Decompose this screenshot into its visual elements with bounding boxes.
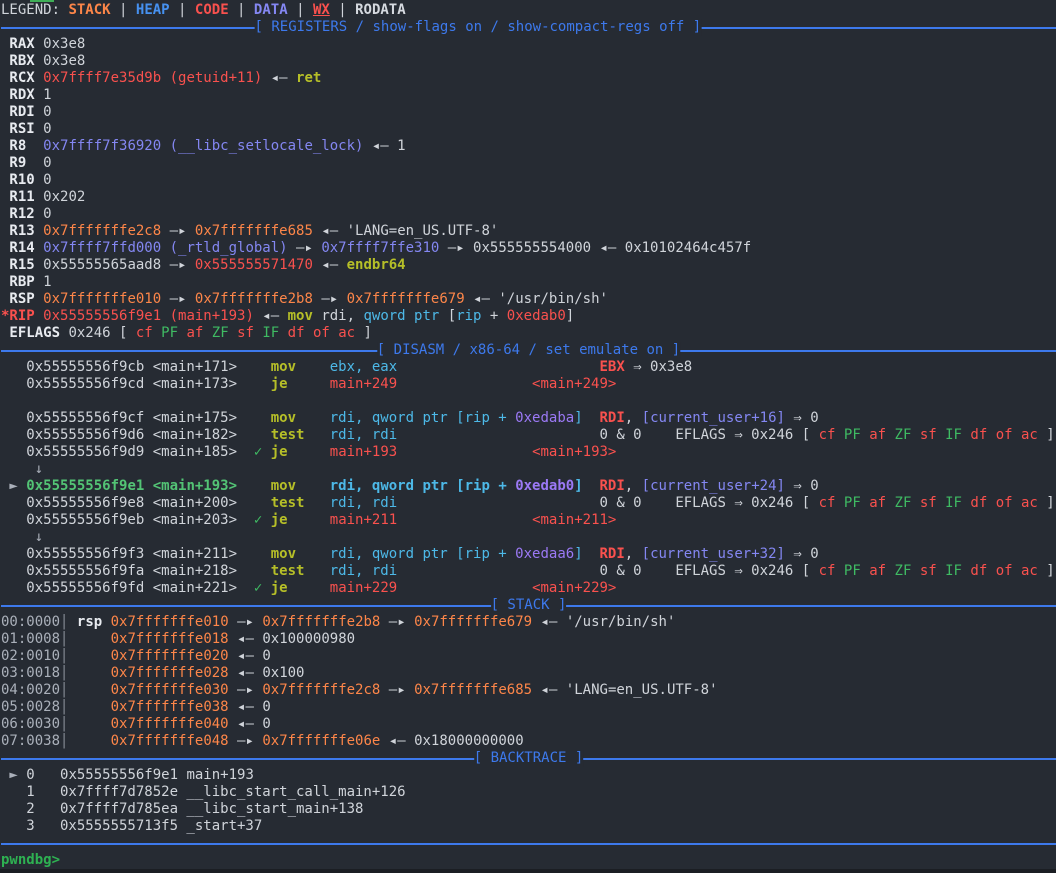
terminal-line: R10 0 — [1, 172, 1056, 189]
terminal-line: ↓ — [1, 529, 1056, 546]
terminal-line: RAX 0x3e8 — [1, 36, 1056, 53]
terminal-line: R12 0 — [1, 206, 1056, 223]
terminal-line: RCX 0x7ffff7e35d9b (getuid+11) ◂— ret — [1, 70, 1056, 87]
terminal-line: R15 0x55555565aad8 —▸ 0x555555571470 ◂— … — [1, 257, 1056, 274]
terminal-line: EFLAGS 0x246 [ cf PF af ZF sf IF df of a… — [1, 325, 1056, 342]
terminal-line: 0x55555556f9d6 <main+182> test rdi, rdi … — [1, 427, 1056, 444]
terminal-line: 0x55555556f9eb <main+203> ✓ je main+211 … — [1, 512, 1056, 529]
legend-line: LEGEND: STACK | HEAP | CODE | DATA | WX … — [1, 2, 1056, 19]
registers-pane: RAX 0x3e8 RBX 0x3e8 RCX 0x7ffff7e35d9b (… — [1, 36, 1056, 342]
terminal-line: 06:0030│ 0x7fffffffe040 ◂— 0 — [1, 716, 1056, 733]
terminal-line: 0x55555556f9fa <main+218> test rdi, rdi … — [1, 563, 1056, 580]
terminal-line: 0x55555556f9cd <main+173> je main+249 <m… — [1, 376, 1056, 393]
terminal-line: 02:0010│ 0x7fffffffe020 ◂— 0 — [1, 648, 1056, 665]
terminal-line: LEGEND: STACK | HEAP | CODE | DATA | WX … — [1, 2, 1056, 19]
backtrace-section-title: [ BACKTRACE ] — [474, 750, 584, 767]
prompt-label: pwndbg> — [1, 852, 60, 868]
terminal-line: RBP 1 — [1, 274, 1056, 291]
terminal-line: RSI 0 — [1, 121, 1056, 138]
disasm-section-header: [ DISASM / x86-64 / set emulate on ] — [1, 342, 1056, 359]
backtrace-pane: ► 0 0x55555556f9e1 main+193 1 0x7ffff7d7… — [1, 767, 1056, 835]
clipped-previous-output — [30, 0, 54, 2]
terminal-line: RDX 1 — [1, 87, 1056, 104]
terminal-line: 3 0x5555555713f5 _start+37 — [1, 818, 1056, 835]
terminal-line: R8 0x7ffff7f36920 (__libc_setlocale_lock… — [1, 138, 1056, 155]
separator-line — [1, 843, 1056, 845]
command-input[interactable] — [60, 852, 460, 869]
terminal-line: R9 0 — [1, 155, 1056, 172]
stack-section-header: [ STACK ] — [1, 597, 1056, 614]
terminal-line: R14 0x7ffff7ffd000 (_rtld_global) —▸ 0x7… — [1, 240, 1056, 257]
terminal-line: 07:0038│ 0x7fffffffe048 —▸ 0x7fffffffe06… — [1, 733, 1056, 750]
terminal-line: 03:0018│ 0x7fffffffe028 ◂— 0x100 — [1, 665, 1056, 682]
bottom-separator — [1, 835, 1056, 852]
disasm-pane: 0x55555556f9cb <main+171> mov ebx, eax E… — [1, 359, 1056, 597]
terminal-line: 0x55555556f9f3 <main+211> mov rdi, qword… — [1, 546, 1056, 563]
terminal-line: 01:0008│ 0x7fffffffe018 ◂— 0x100000980 — [1, 631, 1056, 648]
terminal-line: ↓ — [1, 461, 1056, 478]
terminal-line: 0x55555556f9d9 <main+185> ✓ je main+193 … — [1, 444, 1056, 461]
terminal-line: 0x55555556f9cb <main+171> mov ebx, eax E… — [1, 359, 1056, 376]
terminal-line: RBX 0x3e8 — [1, 53, 1056, 70]
terminal-line: RSP 0x7fffffffe010 —▸ 0x7fffffffe2b8 —▸ … — [1, 291, 1056, 308]
prompt-line: pwndbg> — [1, 852, 1056, 869]
terminal-line: R13 0x7fffffffe2c8 —▸ 0x7fffffffe685 ◂— … — [1, 223, 1056, 240]
stack-section-title: [ STACK ] — [491, 597, 567, 614]
terminal-line: ► 0 0x55555556f9e1 main+193 — [1, 767, 1056, 784]
terminal-line: 04:0020│ 0x7fffffffe030 —▸ 0x7fffffffe2c… — [1, 682, 1056, 699]
terminal-line: ► 0x55555556f9e1 <main+193> mov rdi, qwo… — [1, 478, 1056, 495]
registers-section-header: [ REGISTERS / show-flags on / show-compa… — [1, 19, 1056, 36]
terminal-line: 2 0x7ffff7d785ea __libc_start_main+138 — [1, 801, 1056, 818]
terminal-line: 05:0028│ 0x7fffffffe038 ◂— 0 — [1, 699, 1056, 716]
terminal-line: 1 0x7ffff7d7852e __libc_start_call_main+… — [1, 784, 1056, 801]
terminal-line: 00:0000│ rsp 0x7fffffffe010 —▸ 0x7ffffff… — [1, 614, 1056, 631]
terminal-line: 0x55555556f9fd <main+221> ✓ je main+229 … — [1, 580, 1056, 597]
terminal-line: 0x55555556f9e8 <main+200> test rdi, rdi … — [1, 495, 1056, 512]
stack-pane: 00:0000│ rsp 0x7fffffffe010 —▸ 0x7ffffff… — [1, 614, 1056, 750]
registers-section-title: [ REGISTERS / show-flags on / show-compa… — [254, 19, 701, 36]
bottom-strip — [0, 869, 1056, 873]
disasm-section-title: [ DISASM / x86-64 / set emulate on ] — [377, 342, 680, 359]
terminal-screen[interactable]: LEGEND: STACK | HEAP | CODE | DATA | WX … — [0, 0, 1056, 873]
terminal-line: RDI 0 — [1, 104, 1056, 121]
terminal-line: 0x55555556f9cf <main+175> mov rdi, qword… — [1, 410, 1056, 427]
backtrace-section-header: [ BACKTRACE ] — [1, 750, 1056, 767]
terminal-line: R11 0x202 — [1, 189, 1056, 206]
terminal-line — [1, 393, 1056, 410]
terminal-line: *RIP 0x55555556f9e1 (main+193) ◂— mov rd… — [1, 308, 1056, 325]
